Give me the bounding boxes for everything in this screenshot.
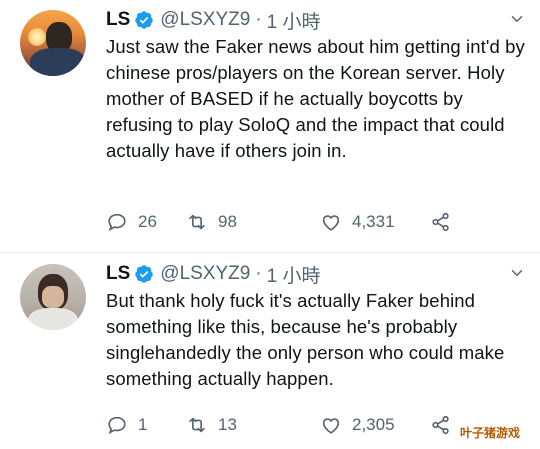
reply-count: 26 xyxy=(138,212,157,231)
tweet-header: LS @LSXYZ9 · 1 小時 xyxy=(106,7,321,34)
reply-count: 1 xyxy=(138,415,148,434)
like-button[interactable]: 2,305 xyxy=(320,414,395,436)
retweet-icon xyxy=(189,417,205,433)
tweet[interactable]: LS @LSXYZ9 · 1 小時 But thank holy fuck it… xyxy=(0,254,540,449)
reply-button[interactable]: 26 xyxy=(106,211,157,233)
share-button[interactable] xyxy=(430,414,462,436)
like-button[interactable]: 4,331 xyxy=(320,211,395,233)
separator-dot: · xyxy=(255,263,262,284)
tweet-text: But thank holy fuck it's actually Faker … xyxy=(106,290,505,389)
retweet-button[interactable]: 98 xyxy=(186,211,237,233)
separator-dot: · xyxy=(255,9,262,30)
handle[interactable]: @LSXYZ9 xyxy=(160,263,250,285)
tweet-divider xyxy=(0,252,540,253)
avatar[interactable] xyxy=(20,264,86,330)
like-icon xyxy=(322,215,340,231)
retweet-button[interactable]: 13 xyxy=(186,414,237,436)
timestamp[interactable]: 1 小時 xyxy=(267,7,321,34)
timestamp[interactable]: 1 小時 xyxy=(267,261,321,288)
tweet-header: LS @LSXYZ9 · 1 小時 xyxy=(106,261,321,288)
more-options-icon[interactable] xyxy=(508,264,526,282)
verified-badge-icon xyxy=(135,265,154,283)
avatar[interactable] xyxy=(20,10,86,76)
share-button[interactable] xyxy=(430,211,462,233)
display-name[interactable]: LS xyxy=(106,9,130,31)
handle[interactable]: @LSXYZ9 xyxy=(160,9,250,31)
tweet-text: Just saw the Faker news about him gettin… xyxy=(106,36,525,161)
retweet-count: 98 xyxy=(218,212,237,231)
share-icon xyxy=(432,212,449,232)
like-count: 2,305 xyxy=(352,415,395,434)
retweet-icon xyxy=(189,214,205,230)
share-icon xyxy=(432,415,449,435)
watermark: 叶子猪游戏 xyxy=(460,426,521,440)
like-icon xyxy=(322,418,340,434)
retweet-count: 13 xyxy=(218,415,237,434)
tweet-feed: LS @LSXYZ9 · 1 小時 Just saw the Faker new… xyxy=(0,0,540,449)
tweet[interactable]: LS @LSXYZ9 · 1 小時 Just saw the Faker new… xyxy=(0,0,540,252)
like-count: 4,331 xyxy=(352,212,395,231)
reply-icon xyxy=(108,213,126,231)
verified-badge-icon xyxy=(135,11,154,29)
reply-button[interactable]: 1 xyxy=(106,414,147,436)
display-name[interactable]: LS xyxy=(106,263,130,285)
reply-icon xyxy=(108,416,126,434)
more-options-icon[interactable] xyxy=(508,10,526,28)
